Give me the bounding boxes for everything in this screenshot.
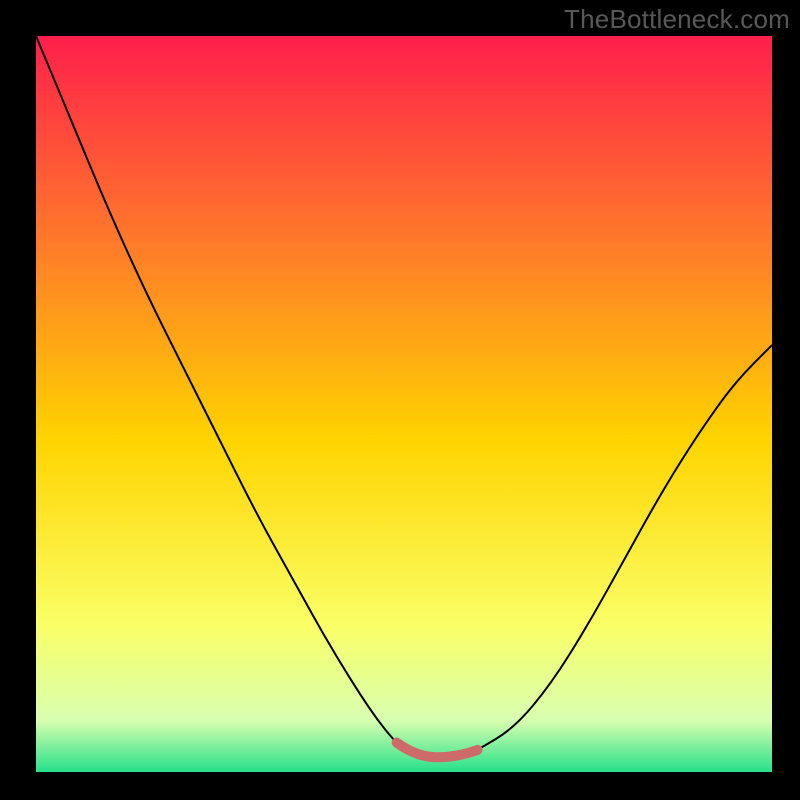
watermark-text: TheBottleneck.com bbox=[564, 4, 790, 35]
gradient-plot-area bbox=[36, 36, 772, 772]
chart-frame: TheBottleneck.com bbox=[0, 0, 800, 800]
bottleneck-chart bbox=[0, 0, 800, 800]
